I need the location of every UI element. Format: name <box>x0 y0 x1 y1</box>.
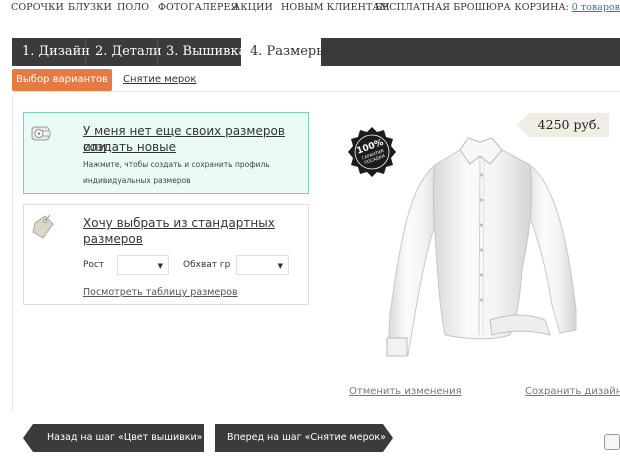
nav-item-polo[interactable]: ПОЛО <box>117 2 149 13</box>
size-tag-icon <box>32 214 54 239</box>
back-step-button[interactable]: Назад на шаг «Цвет вышивки» <box>23 424 204 452</box>
height-label: Рост <box>83 260 105 270</box>
size-table-link[interactable]: Посмотреть таблицу размеров <box>83 287 238 298</box>
top-navigation: СОРОЧКИ БЛУЗКИ ПОЛО ФОТОГАЛЕРЕЯ АКЦИИ НО… <box>0 0 620 20</box>
option-create-description: Нажмите, чтобы создать и сохранить профи… <box>83 157 298 189</box>
option-standard-title-line1[interactable]: Хочу выбрать из стандартных <box>83 215 275 231</box>
next-step-label: Вперед на шаг «Снятие мерок» <box>227 432 386 443</box>
cart-link[interactable]: 0 товаров <box>572 2 620 13</box>
next-step-button[interactable]: Вперед на шаг «Снятие мерок» <box>215 424 393 452</box>
step-embroidery[interactable]: 3. Вышивка <box>166 38 246 66</box>
nav-item-blouses[interactable]: БЛУЗКИ <box>68 2 112 13</box>
subtab-measurements[interactable]: Снятие мерок <box>123 74 196 85</box>
nav-item-new-clients[interactable]: НОВЫМ КЛИЕНТАМ <box>281 2 390 13</box>
cart-label: КОРЗИНА: <box>514 2 569 13</box>
option-standard-title-line2[interactable]: размеров <box>83 231 143 247</box>
step-design[interactable]: 1. Дизайн <box>22 38 90 66</box>
cart-summary: КОРЗИНА: 0 товаров <box>514 2 620 13</box>
chevron-down-icon: ▼ <box>157 262 163 270</box>
nav-item-photogallery[interactable]: ФОТОГАЛЕРЕЯ <box>158 2 238 13</box>
option-create-title-line2[interactable]: создать новые <box>83 139 176 155</box>
save-design-link[interactable]: Сохранить дизайн <box>525 386 620 397</box>
subtab-choose-options[interactable]: Выбор вариантов <box>12 69 112 91</box>
option-create-sizes[interactable]: У меня нет еще своих размеров или создат… <box>23 112 309 194</box>
chest-girth-select[interactable]: ▼ <box>236 255 289 275</box>
step-divider <box>85 38 86 66</box>
steps-bar: 1. Дизайн 2. Детали 3. Вышивка 4. Размер… <box>12 38 620 66</box>
chest-girth-label: Обхват гр <box>183 260 231 270</box>
step-details[interactable]: 2. Детали <box>95 38 162 66</box>
option-create-desc-line2: индивидуальных размеров <box>83 176 191 185</box>
widget-icon[interactable] <box>604 434 620 450</box>
measuring-tape-icon <box>31 126 51 141</box>
option-standard-sizes[interactable]: Хочу выбрать из стандартных размеров Рос… <box>23 204 309 305</box>
subtab-divider <box>12 91 620 92</box>
nav-item-promotions[interactable]: АКЦИИ <box>233 2 273 13</box>
back-step-label: Назад на шаг «Цвет вышивки» <box>47 432 203 443</box>
step-divider <box>157 38 158 66</box>
nav-item-shirts[interactable]: СОРОЧКИ <box>11 2 64 13</box>
option-create-desc-line1: Нажмите, чтобы создать и сохранить профи… <box>83 160 270 169</box>
cancel-changes-link[interactable]: Отменить изменения <box>349 386 462 397</box>
nav-item-free-brochure[interactable]: БЕСПЛАТНАЯ БРОШЮРА <box>375 2 511 13</box>
chevron-down-icon: ▼ <box>277 262 283 270</box>
shirt-preview-image <box>386 137 577 357</box>
step-sizes[interactable]: 4. Размеры <box>241 38 327 66</box>
height-select[interactable]: ▼ <box>117 255 169 275</box>
